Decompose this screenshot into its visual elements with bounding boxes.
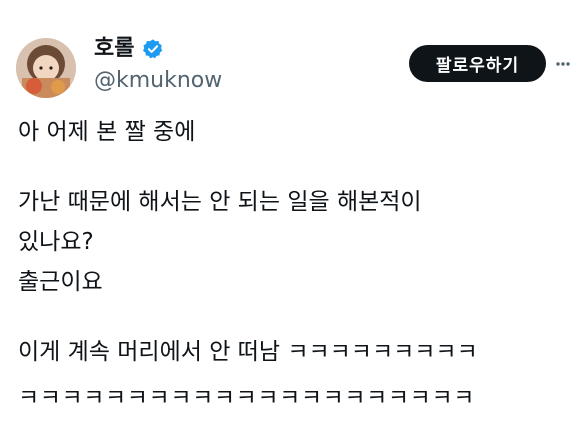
tweet-text-line: 출근이요	[18, 269, 103, 295]
author-handle[interactable]: @kmuknow	[94, 66, 222, 96]
tweet-text-line: 이게 계속 머리에서 안 떠남 ㅋㅋㅋㅋㅋㅋㅋㅋㅋ	[18, 339, 478, 365]
author-name-row: 호롤	[94, 34, 164, 64]
follow-button[interactable]: 팔로우하기	[409, 45, 546, 82]
tweet-text-line: 가난 때문에 해서는 안 되는 일을 해본적이	[18, 189, 422, 215]
avatar-image	[16, 38, 76, 98]
verified-badge-icon	[143, 39, 163, 59]
more-icon[interactable]	[555, 56, 571, 72]
tweet-text-line: 있나요?	[18, 229, 94, 255]
tweet-text-line: 아 어제 본 짤 중에	[18, 119, 196, 145]
avatar[interactable]	[16, 38, 76, 98]
display-name[interactable]: 호롤	[94, 34, 134, 64]
tweet-card: 호롤 @kmuknow 팔로우하기 아 어제 본 짤 중에 가난 때문에 해서는…	[0, 0, 574, 438]
tweet-text-line: ㅋㅋㅋㅋㅋㅋㅋㅋㅋㅋㅋㅋㅋㅋㅋㅋㅋㅋㅋㅋㅋ	[18, 385, 475, 411]
